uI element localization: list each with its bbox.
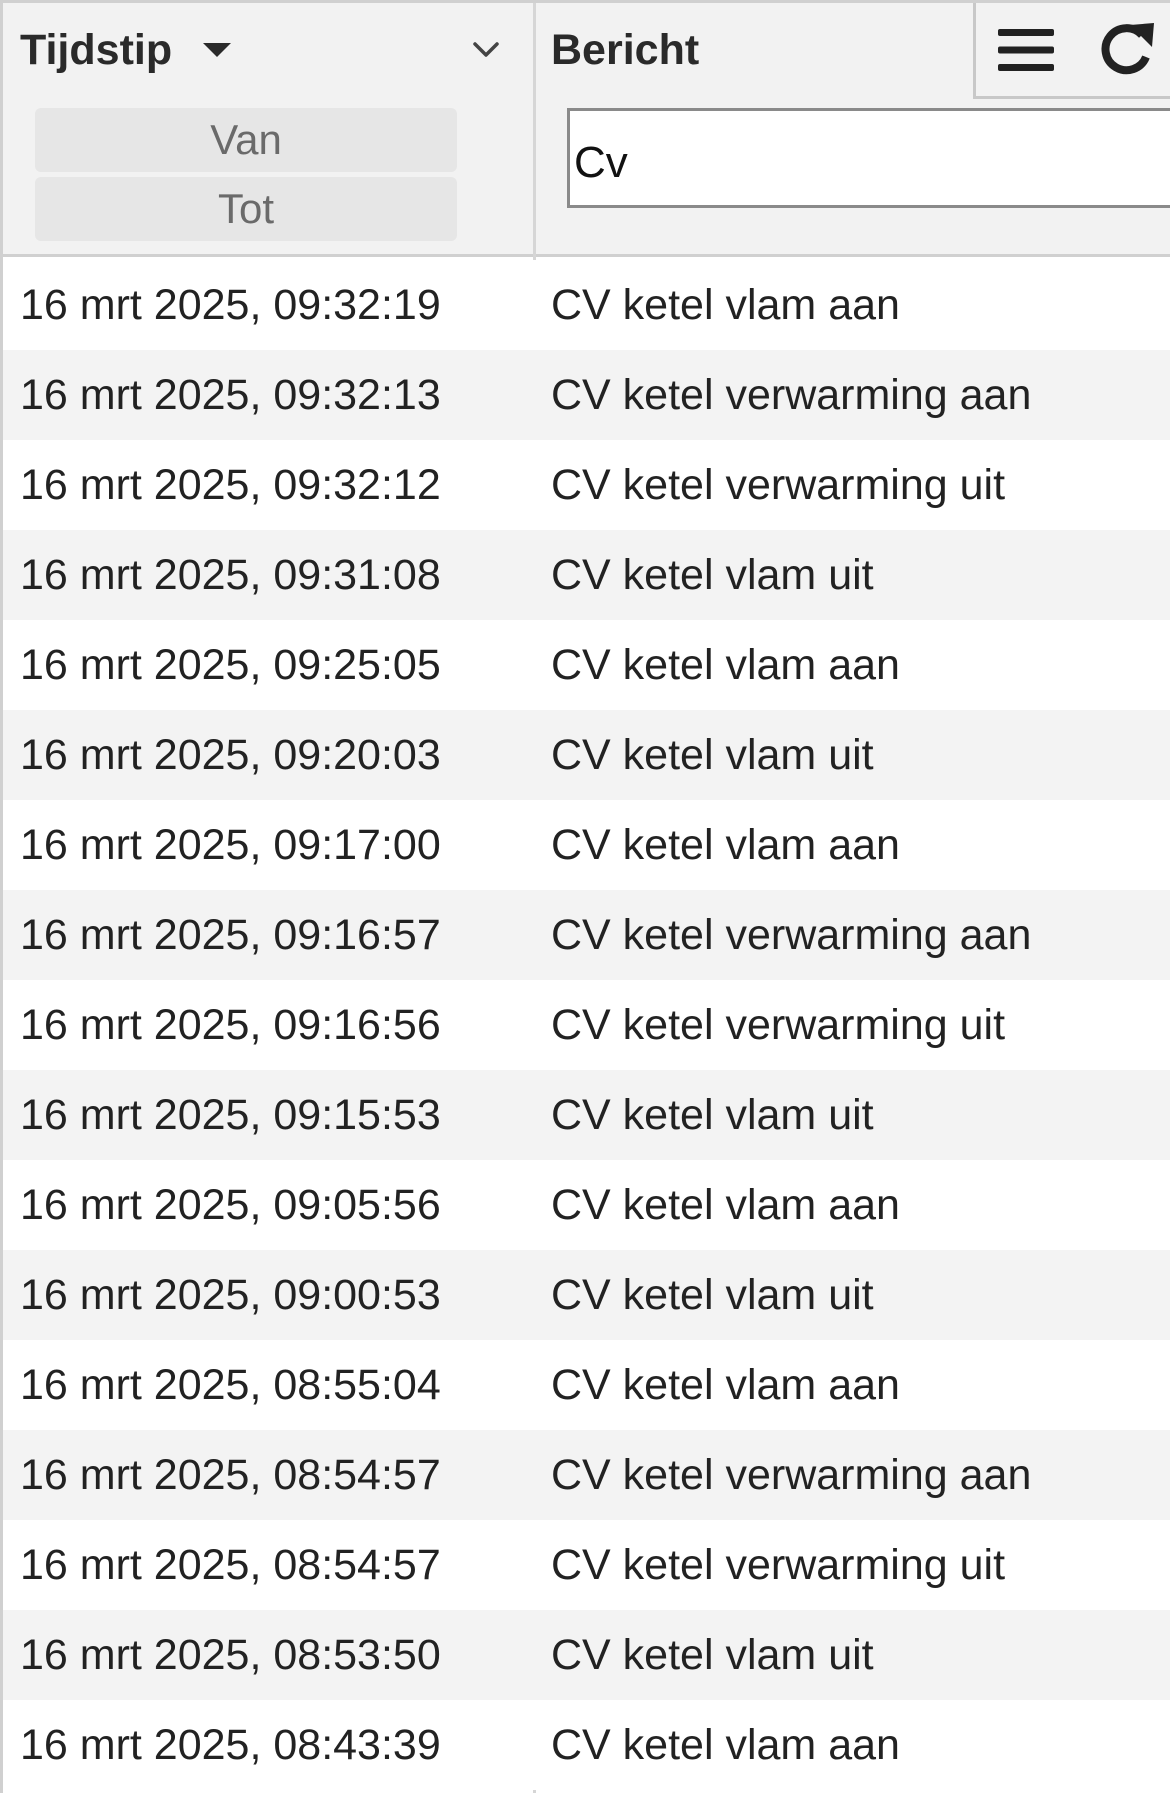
cell-bericht: CV ketel vlam aan	[551, 1361, 900, 1409]
message-filter-input[interactable]	[567, 108, 1170, 208]
table-row[interactable]: 16 mrt 2025, 09:16:57 CV ketel verwarming…	[3, 890, 1170, 980]
table-row[interactable]: 16 mrt 2025, 09:31:08 CV ketel vlam uit	[3, 530, 1170, 620]
cell-bericht: CV ketel verwarming aan	[551, 911, 1032, 959]
toolbar	[973, 3, 1170, 99]
table-row[interactable]: 16 mrt 2025, 09:32:12 CV ketel verwarming…	[3, 440, 1170, 530]
cell-tijdstip: 16 mrt 2025, 09:17:00	[20, 821, 441, 869]
table-row[interactable]: 16 mrt 2025, 09:05:56 CV ketel vlam aan	[3, 1160, 1170, 1250]
cell-bericht: CV ketel vlam uit	[551, 1271, 874, 1319]
cell-tijdstip: 16 mrt 2025, 09:16:56	[20, 1001, 441, 1049]
date-from-button[interactable]: Van	[35, 108, 457, 172]
cell-bericht: CV ketel verwarming uit	[551, 1541, 1006, 1589]
event-log-table: Tijdstip Van Tot Bericht 16 mrt 2025, 09…	[0, 0, 1170, 1793]
cell-tijdstip: 16 mrt 2025, 09:05:56	[20, 1181, 441, 1229]
cell-bericht: CV ketel verwarming uit	[551, 1001, 1006, 1049]
column-header-bericht[interactable]: Bericht	[551, 29, 699, 72]
cell-bericht: CV ketel verwarming aan	[551, 371, 1032, 419]
cell-tijdstip: 16 mrt 2025, 09:15:53	[20, 1091, 441, 1139]
cell-bericht: CV ketel verwarming uit	[551, 461, 1006, 509]
cell-bericht: CV ketel vlam aan	[551, 821, 900, 869]
cell-bericht: CV ketel vlam aan	[551, 1181, 900, 1229]
table-row[interactable]: 16 mrt 2025, 08:54:57 CV ketel verwarming…	[3, 1520, 1170, 1610]
table-row[interactable]: 16 mrt 2025, 09:32:13 CV ketel verwarming…	[3, 350, 1170, 440]
cell-tijdstip: 16 mrt 2025, 09:32:12	[20, 461, 441, 509]
table-row[interactable]: 16 mrt 2025, 09:20:03 CV ketel vlam uit	[3, 710, 1170, 800]
cell-bericht: CV ketel vlam uit	[551, 1631, 874, 1679]
cell-tijdstip: 16 mrt 2025, 09:00:53	[20, 1271, 441, 1319]
table-row[interactable]: 16 mrt 2025, 08:55:04 CV ketel vlam aan	[3, 1340, 1170, 1430]
cell-tijdstip: 16 mrt 2025, 08:53:50	[20, 1631, 441, 1679]
table-row[interactable]: 16 mrt 2025, 09:17:00 CV ketel vlam aan	[3, 800, 1170, 890]
cell-tijdstip: 16 mrt 2025, 08:54:57	[20, 1451, 441, 1499]
sort-descending-icon[interactable]	[203, 43, 231, 57]
cell-tijdstip: 16 mrt 2025, 09:32:13	[20, 371, 441, 419]
cell-bericht: CV ketel vlam aan	[551, 1721, 900, 1769]
column-header-tijdstip[interactable]: Tijdstip	[20, 29, 172, 72]
table-row[interactable]: 16 mrt 2025, 08:54:57 CV ketel verwarming…	[3, 1430, 1170, 1520]
table-row[interactable]: 16 mrt 2025, 08:53:50 CV ketel vlam uit	[3, 1610, 1170, 1700]
cell-tijdstip: 16 mrt 2025, 09:16:57	[20, 911, 441, 959]
cell-bericht: CV ketel vlam uit	[551, 1091, 874, 1139]
chevron-down-icon[interactable]	[469, 33, 503, 67]
cell-bericht: CV ketel vlam uit	[551, 731, 874, 779]
table-body: 16 mrt 2025, 09:32:19 CV ketel vlam aan 16…	[3, 260, 1170, 1790]
cell-tijdstip: 16 mrt 2025, 09:32:19	[20, 281, 441, 329]
cell-bericht: CV ketel vlam aan	[551, 641, 900, 689]
cell-bericht: CV ketel vlam aan	[551, 281, 900, 329]
table-row[interactable]: 16 mrt 2025, 09:16:56 CV ketel verwarming…	[3, 980, 1170, 1070]
cell-bericht: CV ketel verwarming aan	[551, 1451, 1032, 1499]
cell-tijdstip: 16 mrt 2025, 09:25:05	[20, 641, 441, 689]
table-row[interactable]: 16 mrt 2025, 09:32:19 CV ketel vlam aan	[3, 260, 1170, 350]
menu-icon[interactable]	[998, 27, 1054, 73]
cell-tijdstip: 16 mrt 2025, 08:55:04	[20, 1361, 441, 1409]
date-to-button[interactable]: Tot	[35, 177, 457, 241]
cell-tijdstip: 16 mrt 2025, 09:20:03	[20, 731, 441, 779]
cell-tijdstip: 16 mrt 2025, 09:31:08	[20, 551, 441, 599]
cell-tijdstip: 16 mrt 2025, 08:43:39	[20, 1721, 441, 1769]
table-row[interactable]: 16 mrt 2025, 09:00:53 CV ketel vlam uit	[3, 1250, 1170, 1340]
table-row[interactable]: 16 mrt 2025, 09:15:53 CV ketel vlam uit	[3, 1070, 1170, 1160]
refresh-icon[interactable]	[1096, 19, 1158, 81]
cell-tijdstip: 16 mrt 2025, 08:54:57	[20, 1541, 441, 1589]
cell-bericht: CV ketel vlam uit	[551, 551, 874, 599]
table-row[interactable]: 16 mrt 2025, 09:25:05 CV ketel vlam aan	[3, 620, 1170, 710]
table-row[interactable]: 16 mrt 2025, 08:43:39 CV ketel vlam aan	[3, 1700, 1170, 1790]
